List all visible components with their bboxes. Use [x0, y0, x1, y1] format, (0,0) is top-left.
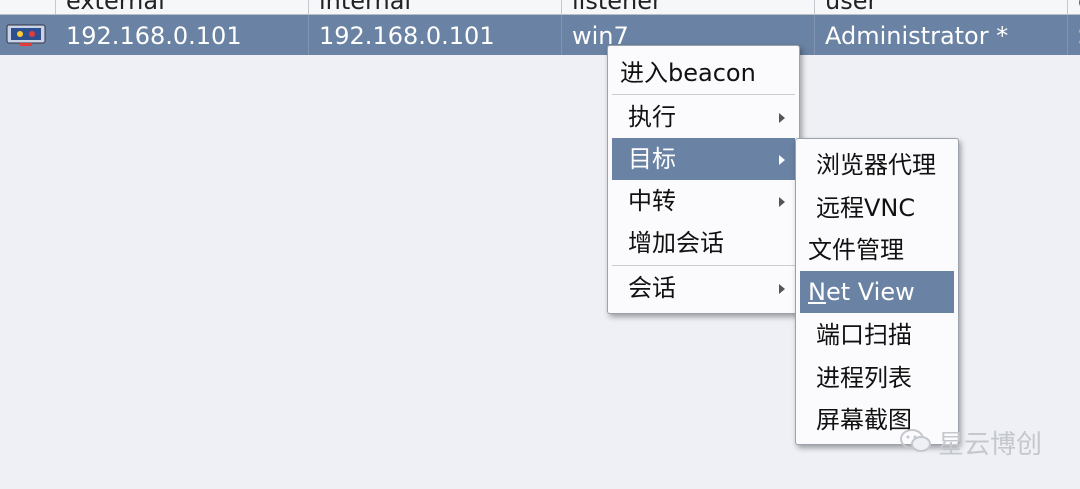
submenu-arrow-icon	[779, 155, 785, 165]
submenu-item-browser-pivot[interactable]: 浏览器代理	[800, 144, 954, 186]
menu-item-label: 屏幕截图	[816, 406, 912, 434]
menu-item-label: 中转	[628, 187, 676, 215]
menu-item-label: et View	[825, 278, 915, 306]
menu-item-pivot[interactable]: 中转	[612, 180, 795, 222]
menu-separator	[612, 265, 795, 266]
menu-item-session[interactable]: 会话	[612, 267, 795, 309]
computer-icon	[6, 24, 46, 46]
submenu-item-process-list[interactable]: 进程列表	[800, 357, 954, 399]
column-header-user[interactable]: user	[815, 0, 1068, 14]
submenu-item-net-view[interactable]: Net View	[800, 271, 954, 313]
menu-item-label: 浏览器代理	[816, 151, 936, 179]
menu-item-mnemonic: N	[808, 278, 826, 306]
submenu-arrow-icon	[779, 113, 785, 123]
column-header-external[interactable]: external	[56, 0, 309, 14]
watermark-text: 星云博创	[938, 430, 1043, 460]
wechat-icon	[900, 429, 931, 452]
cell-external: 192.168.0.101	[56, 15, 309, 55]
submenu-arrow-icon	[779, 197, 785, 207]
column-header-internal[interactable]: internal	[309, 0, 562, 14]
menu-item-label: 目标	[628, 145, 676, 173]
column-header-listener[interactable]: listener	[562, 0, 815, 14]
table-header: external internal listener user c	[0, 0, 1080, 15]
submenu-arrow-icon	[779, 284, 785, 294]
menu-item-label: 增加会话	[628, 229, 724, 257]
menu-separator	[612, 94, 795, 95]
menu-item-label: 执行	[628, 103, 676, 131]
menu-item-label: 进程列表	[816, 364, 912, 392]
menu-item-target[interactable]: 目标	[612, 138, 795, 180]
cell-extra: S	[1068, 15, 1080, 55]
column-header-extra[interactable]: c	[1068, 0, 1080, 14]
context-menu: 进入beacon 执行 目标 中转 增加会话 会话	[607, 45, 800, 314]
menu-item-label: 远程VNC	[816, 194, 916, 222]
cell-internal: 192.168.0.101	[309, 15, 562, 55]
table-row[interactable]: 192.168.0.101 192.168.0.101 win7 Adminis…	[0, 15, 1080, 55]
cell-user: Administrator *	[815, 15, 1068, 55]
menu-item-spawn[interactable]: 增加会话	[612, 222, 795, 264]
submenu-item-port-scan[interactable]: 端口扫描	[800, 314, 954, 356]
menu-item-interact[interactable]: 进入beacon	[612, 52, 795, 94]
target-submenu: 浏览器代理 远程VNC 文件管理 Net View 端口扫描 进程列表 屏幕截图	[795, 138, 959, 445]
menu-item-label: 端口扫描	[816, 321, 912, 349]
submenu-item-file-browser[interactable]: 文件管理	[800, 229, 954, 271]
column-header-icon[interactable]	[0, 0, 56, 14]
submenu-item-desktop-vnc[interactable]: 远程VNC	[800, 187, 954, 229]
menu-item-label: 文件管理	[808, 236, 904, 264]
menu-item-label: 会话	[628, 274, 676, 302]
menu-item-execute[interactable]: 执行	[612, 96, 795, 138]
menu-item-label: 进入beacon	[620, 59, 756, 87]
